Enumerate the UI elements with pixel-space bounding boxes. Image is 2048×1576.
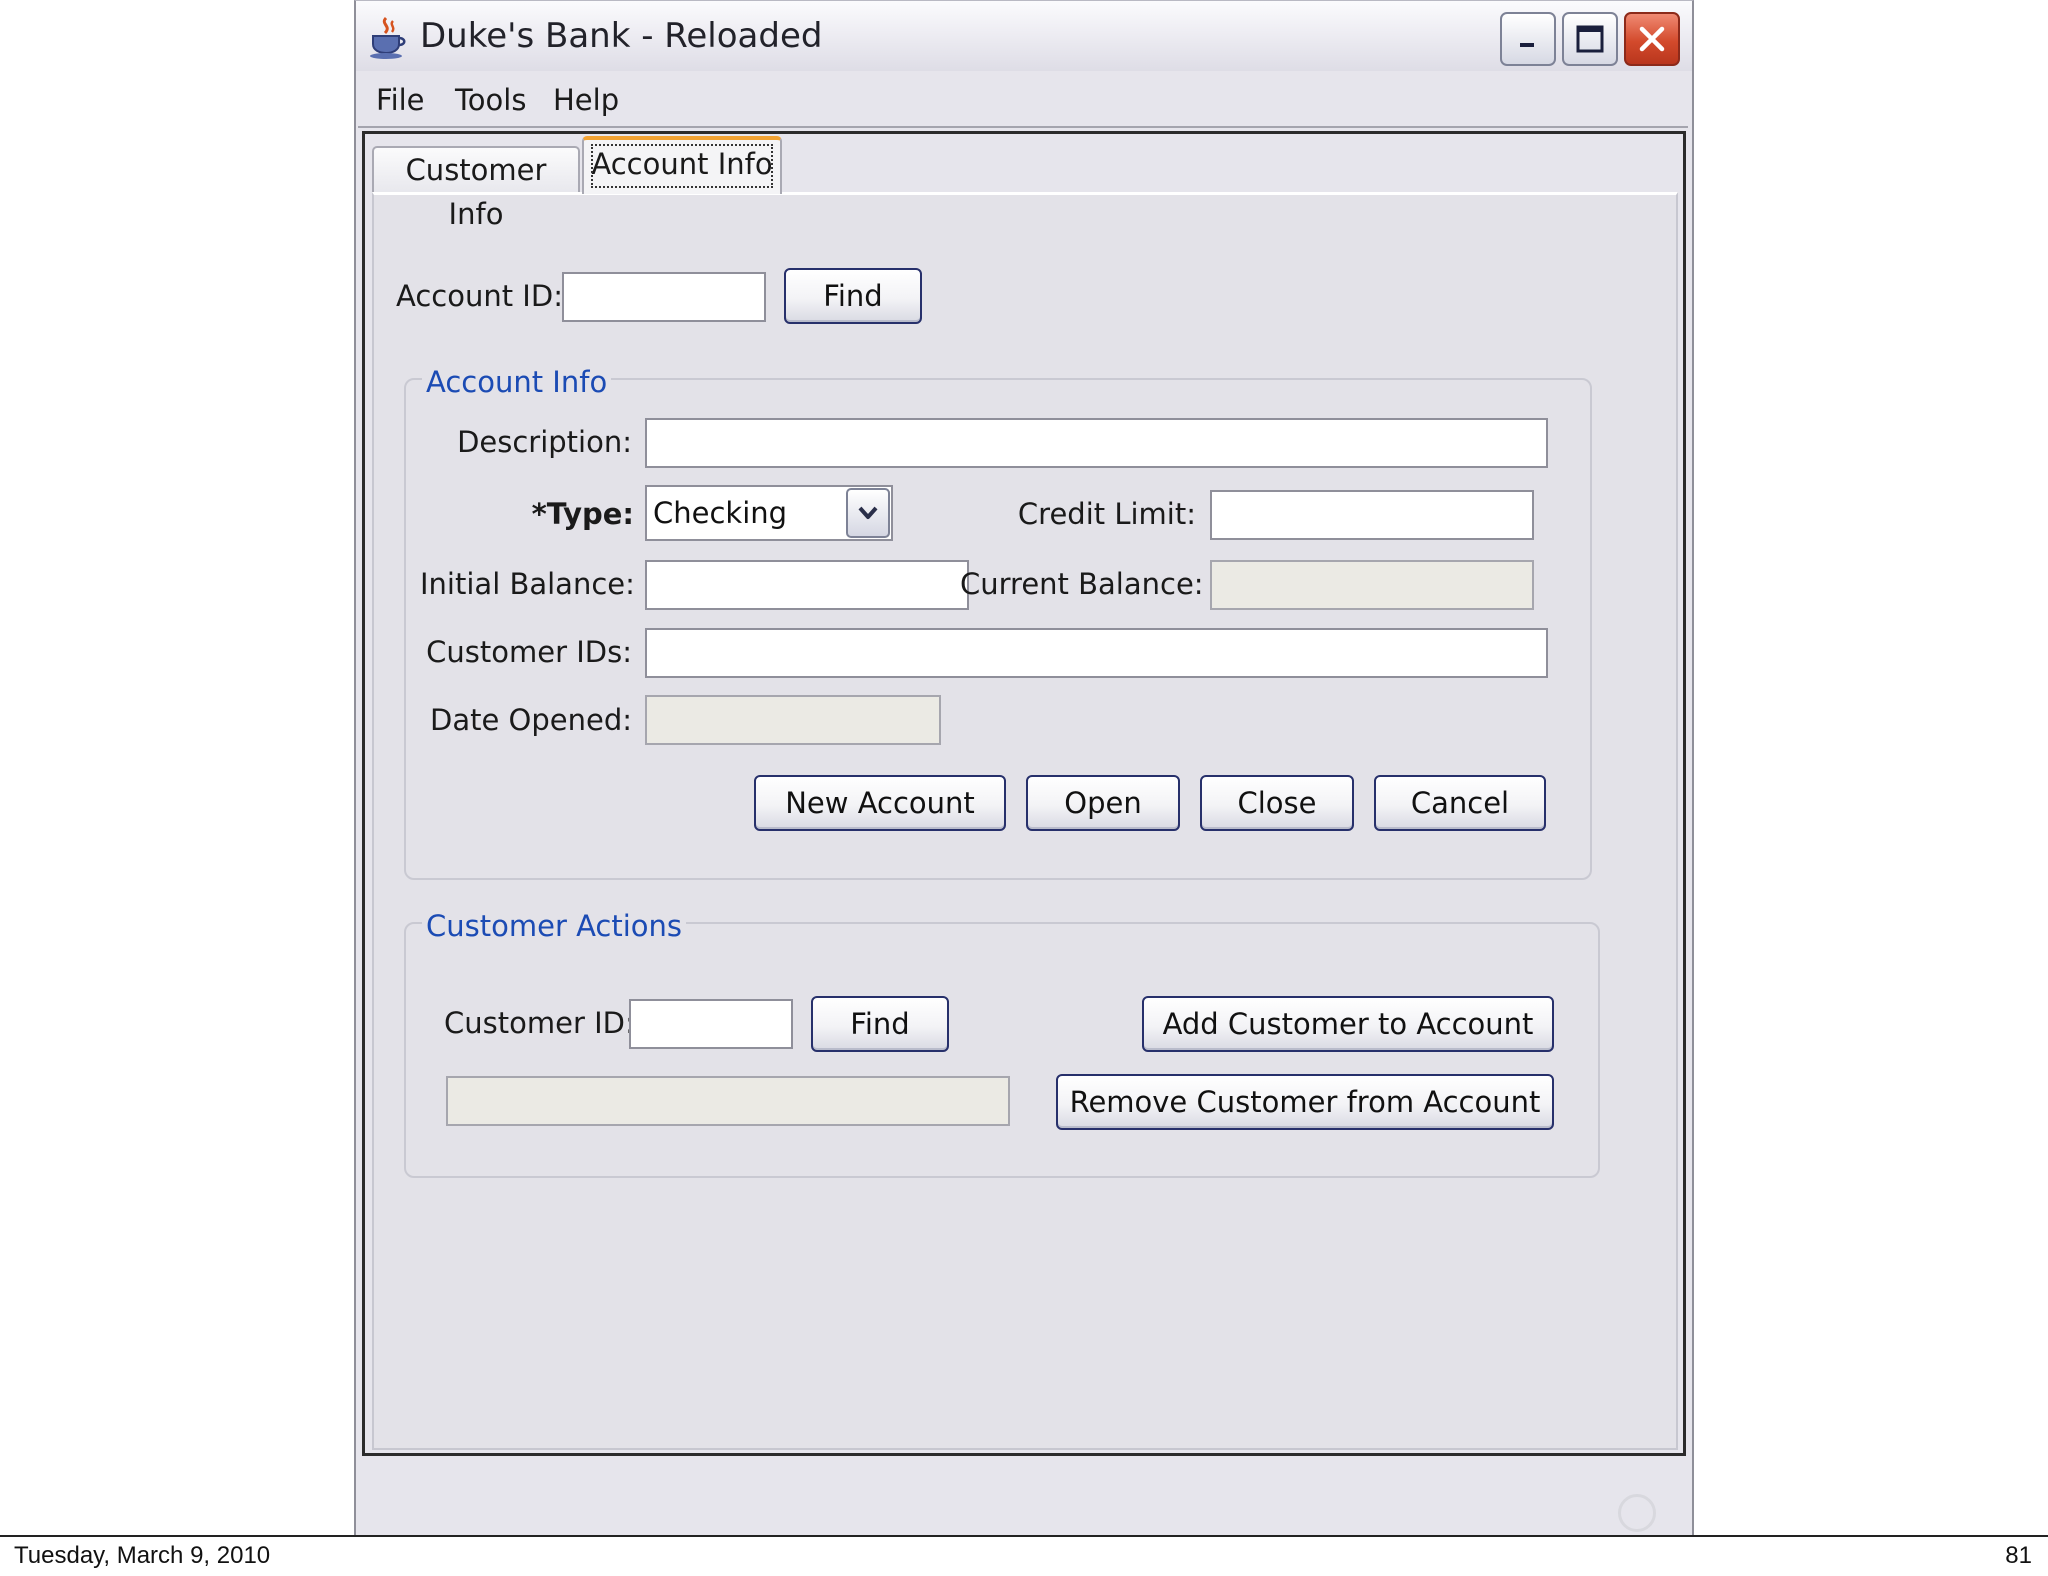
find-account-button[interactable]: Find	[784, 268, 922, 324]
cancel-button[interactable]: Cancel	[1374, 775, 1546, 831]
credit-limit-label: Credit Limit:	[1017, 497, 1196, 531]
customer-id-input[interactable]	[629, 999, 793, 1049]
add-customer-button[interactable]: Add Customer to Account	[1142, 996, 1554, 1052]
type-label: *Type:	[531, 497, 634, 531]
tab-customer-info[interactable]: Customer Info	[372, 146, 580, 231]
account-info-group-title: Account Info	[422, 362, 612, 402]
date-opened-field	[645, 695, 941, 745]
initial-balance-label: Initial Balance:	[420, 567, 635, 601]
description-label: Description:	[457, 425, 632, 459]
close-button[interactable]	[1624, 12, 1680, 66]
menu-tools[interactable]: Tools	[455, 80, 526, 120]
footer-page-number: 81	[2005, 1542, 2032, 1569]
customer-id-label: Customer ID:	[444, 1006, 635, 1040]
focus-ring	[591, 144, 773, 188]
remove-customer-button[interactable]: Remove Customer from Account	[1056, 1074, 1554, 1130]
find-customer-button[interactable]: Find	[811, 996, 949, 1052]
java-cup-icon	[366, 14, 412, 60]
chevron-down-icon	[858, 506, 878, 519]
account-id-label: Account ID:	[396, 279, 563, 313]
open-button[interactable]: Open	[1026, 775, 1180, 831]
close-icon	[1639, 26, 1665, 52]
type-select-value: Checking	[653, 496, 788, 530]
current-balance-label: Current Balance:	[960, 567, 1204, 601]
minimize-icon	[1520, 43, 1534, 47]
current-balance-field	[1210, 560, 1534, 610]
customer-actions-group-title: Customer Actions	[422, 906, 687, 946]
busy-indicator-icon	[1618, 1494, 1656, 1532]
window-title: Duke's Bank - Reloaded	[420, 16, 823, 56]
account-id-input[interactable]	[562, 272, 766, 322]
maximize-icon	[1576, 25, 1604, 53]
customer-result-field	[446, 1076, 1010, 1126]
date-opened-label: Date Opened:	[429, 703, 632, 737]
minimize-button[interactable]	[1500, 12, 1556, 66]
description-field[interactable]	[645, 418, 1548, 468]
initial-balance-field[interactable]	[645, 560, 969, 610]
customer-ids-field[interactable]	[645, 628, 1548, 678]
type-select-arrow[interactable]	[846, 488, 890, 538]
footer-divider	[0, 1535, 2048, 1537]
new-account-button[interactable]: New Account	[754, 775, 1006, 831]
maximize-button[interactable]	[1562, 12, 1618, 66]
menu-file[interactable]: File	[376, 80, 425, 120]
customer-ids-label: Customer IDs:	[426, 635, 632, 669]
close-account-button[interactable]: Close	[1200, 775, 1354, 831]
tab-account-info[interactable]: Account Info	[582, 136, 782, 194]
footer-date: Tuesday, March 9, 2010	[14, 1542, 271, 1569]
credit-limit-field[interactable]	[1210, 490, 1534, 540]
menu-help[interactable]: Help	[553, 80, 619, 120]
